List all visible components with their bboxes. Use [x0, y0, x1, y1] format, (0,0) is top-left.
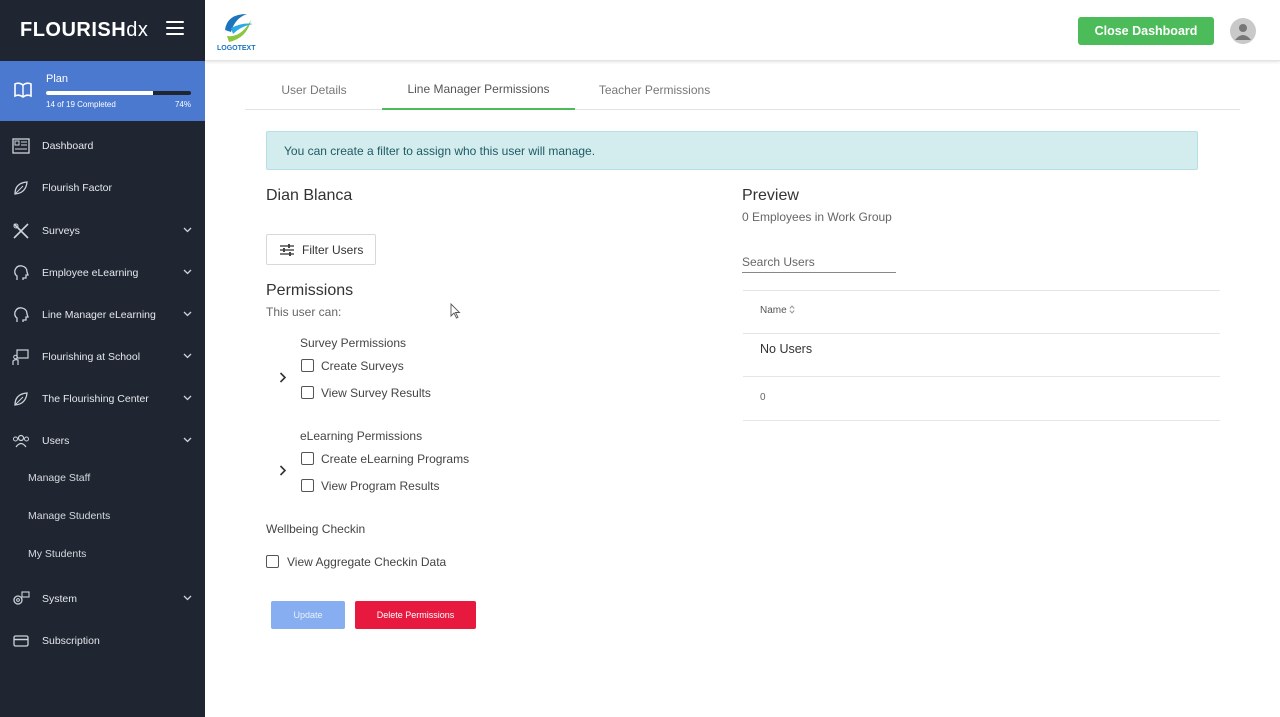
view-survey-results-label: View Survey Results: [321, 386, 431, 400]
tab-teacher-permissions[interactable]: Teacher Permissions: [587, 70, 722, 110]
sidebar-subitem-manage-students[interactable]: Manage Students: [28, 510, 110, 522]
leaf-icon: [14, 181, 28, 195]
preview-count: 0 Employees in Work Group: [742, 210, 892, 224]
tab-user-details[interactable]: User Details: [259, 70, 369, 110]
sidebar-item-line-manager-elearning[interactable]: Line Manager eLearning: [0, 301, 205, 329]
chevron-down-icon: [183, 395, 192, 401]
sidebar-item-label: Subscription: [42, 635, 100, 647]
plan-progress[interactable]: Plan 14 of 19 Completed 74%: [0, 61, 205, 121]
info-alert: You can create a filter to assign who th…: [266, 131, 1198, 170]
sliders-icon: [280, 244, 294, 256]
create-surveys-checkbox[interactable]: [301, 359, 314, 372]
sidebar-item-users[interactable]: Users: [0, 427, 205, 455]
sidebar: FLOURISHdx Plan 14 of 19 Completed 74% D…: [0, 0, 205, 717]
sidebar-item-label: Employee eLearning: [42, 267, 139, 279]
plan-percent: 74%: [174, 100, 191, 109]
sidebar-item-flourish-factor[interactable]: Flourish Factor: [0, 174, 205, 202]
tab-line-manager-permissions[interactable]: Line Manager Permissions: [382, 70, 575, 110]
view-program-results-label: View Program Results: [321, 479, 440, 493]
column-header-name[interactable]: Name: [760, 305, 1237, 316]
sidebar-item-label: Line Manager eLearning: [42, 309, 156, 321]
user-icon: [1235, 24, 1251, 40]
sidebar-item-label: Flourishing at School: [42, 351, 141, 363]
wellbeing-checkin-heading: Wellbeing Checkin: [266, 522, 366, 536]
create-elearning-checkbox[interactable]: [301, 452, 314, 465]
view-aggregate-checkin-label: View Aggregate Checkin Data: [287, 555, 447, 569]
logo-text: LOGOTEXT: [217, 45, 256, 52]
chevron-down-icon: [183, 269, 192, 275]
head-icon: [14, 265, 29, 280]
menu-icon[interactable]: [166, 21, 184, 35]
preview-title: Preview: [742, 187, 799, 204]
chevron-right-icon[interactable]: [279, 465, 287, 476]
filter-users-button[interactable]: Filter Users: [266, 234, 376, 265]
filter-users-label: Filter Users: [302, 242, 364, 257]
view-aggregate-checkin-checkbox[interactable]: [266, 555, 279, 568]
permissions-title: Permissions: [266, 282, 354, 299]
view-program-results-checkbox[interactable]: [301, 479, 314, 492]
user-name: Dian Blanca: [266, 187, 353, 204]
search-users-input[interactable]: Search Users: [742, 252, 896, 273]
sidebar-subitem-manage-staff[interactable]: Manage Staff: [28, 472, 90, 484]
sidebar-item-employee-elearning[interactable]: Employee eLearning: [0, 259, 205, 287]
create-surveys-label: Create Surveys: [321, 359, 404, 373]
book-icon: [14, 82, 32, 98]
chevron-down-icon: [183, 311, 192, 317]
brand: FLOURISHdx: [0, 0, 205, 61]
close-dashboard-button[interactable]: Close Dashboard: [1078, 17, 1214, 45]
survey-permissions-heading: Survey Permissions: [300, 336, 407, 350]
column-header-name-label: Name: [760, 305, 787, 316]
school-icon: [12, 349, 29, 365]
sidebar-item-flourishing-at-school[interactable]: Flourishing at School: [0, 343, 205, 371]
sidebar-item-label: Flourish Factor: [42, 182, 113, 194]
plan-title: Plan: [46, 73, 69, 85]
card-icon: [13, 635, 29, 647]
plan-progress-text: 14 of 19 Completed: [46, 100, 116, 109]
sidebar-item-label: System: [42, 593, 78, 605]
tools-icon: [13, 223, 29, 239]
sidebar-item-surveys[interactable]: Surveys: [0, 217, 205, 245]
update-button[interactable]: Update: [271, 601, 345, 629]
top-header: LOGOTEXT Close Dashboard: [205, 0, 1280, 61]
sidebar-item-label: Dashboard: [42, 140, 94, 152]
sidebar-item-the-flourishing-center[interactable]: The Flourishing Center: [0, 385, 205, 413]
elearning-permissions-heading: eLearning Permissions: [300, 429, 423, 443]
preview-users-table: Name No Users 0: [743, 290, 1220, 421]
permissions-subtitle: This user can:: [266, 305, 342, 319]
plan-progress-bar: [46, 91, 191, 95]
sidebar-item-dashboard[interactable]: Dashboard: [0, 132, 205, 160]
chevron-down-icon: [183, 227, 192, 233]
sidebar-item-subscription[interactable]: Subscription: [0, 627, 205, 655]
chevron-down-icon: [183, 353, 192, 359]
brand-logo[interactable]: FLOURISHdx: [20, 19, 148, 42]
sidebar-subitem-my-students[interactable]: My Students: [28, 548, 86, 560]
permission-tabs: User Details Line Manager Permissions Te…: [245, 70, 1240, 110]
sidebar-item-label: Surveys: [42, 225, 80, 237]
users-icon: [13, 434, 29, 448]
sidebar-item-system[interactable]: System: [0, 585, 205, 613]
create-elearning-label: Create eLearning Programs: [321, 452, 470, 466]
empty-table-message: No Users: [760, 342, 813, 356]
table-footer-count: 0: [760, 392, 766, 403]
mouse-cursor-icon: [450, 303, 461, 319]
sidebar-item-label: The Flourishing Center: [42, 393, 149, 405]
delete-permissions-button[interactable]: Delete Permissions: [355, 601, 476, 629]
sidebar-item-label: Users: [42, 435, 70, 447]
leaf-icon: [14, 392, 28, 406]
chevron-right-icon[interactable]: [279, 372, 287, 383]
view-survey-results-checkbox[interactable]: [301, 386, 314, 399]
head-icon: [14, 307, 29, 322]
system-icon: [13, 591, 30, 605]
plan-progress-fill: [46, 91, 154, 95]
sort-icon: [789, 305, 796, 314]
chevron-down-icon: [183, 595, 192, 601]
avatar[interactable]: [1230, 18, 1256, 44]
dashboard-icon: [12, 138, 30, 154]
chevron-down-icon: [183, 437, 192, 443]
